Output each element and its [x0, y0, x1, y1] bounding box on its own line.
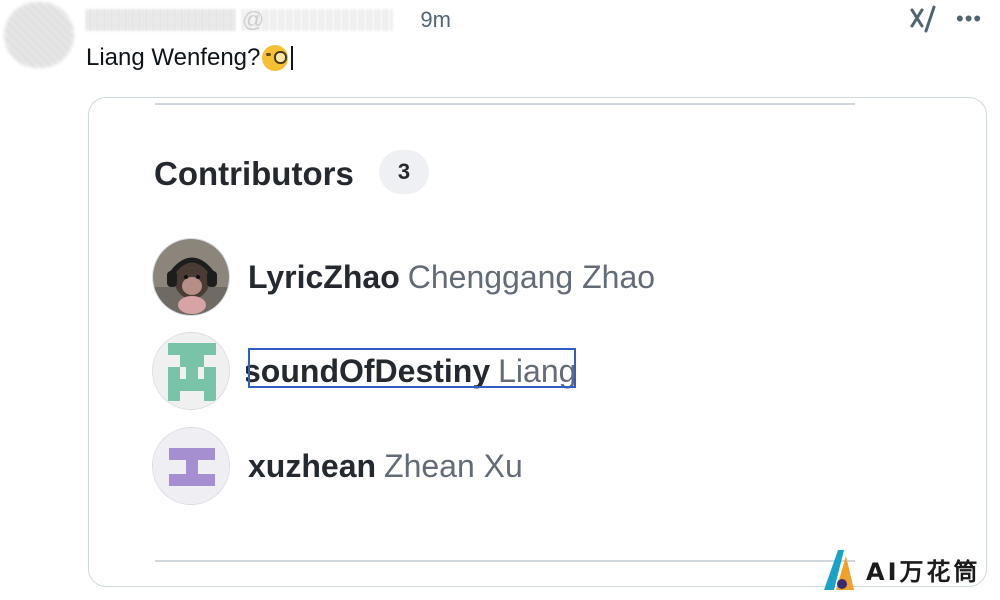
grok-icon[interactable] [908, 4, 940, 34]
tweet-time[interactable]: 9m [420, 7, 451, 33]
contributor-name: xuzhean Zhean Xu [248, 446, 523, 486]
tweet-body: Liang Wenfeng? [86, 44, 294, 72]
contributors-count-badge: 3 [379, 150, 429, 194]
contributor-fullname: Zhean Xu [384, 448, 523, 484]
contributor-row[interactable]: xuzhean Zhean Xu [152, 426, 523, 506]
author-handle-blurred[interactable] [242, 9, 392, 31]
teal-identicon-avatar [153, 333, 229, 409]
divider-bottom [155, 560, 855, 562]
contributor-fullname: Chenggang Zhao [407, 259, 656, 295]
tweet-text: Liang Wenfeng? [86, 44, 261, 71]
monocle-face-icon [262, 45, 289, 71]
divider-top [155, 103, 855, 105]
contributor-login[interactable]: xuzhean [248, 448, 376, 484]
contributor-row[interactable]: LyricZhao Chenggang Zhao [152, 237, 655, 317]
monkey-headphones-avatar [153, 239, 229, 315]
contributor-avatar[interactable] [152, 427, 230, 505]
contributor-fullname: Liang [498, 353, 574, 389]
author-name-blurred[interactable] [86, 9, 236, 31]
author-avatar[interactable] [4, 2, 74, 68]
text-cursor [291, 46, 294, 70]
contributor-row[interactable]: soundOfDestiny Liang [152, 331, 574, 411]
tweet-header: @ 9m [86, 6, 451, 34]
contributor-avatar[interactable] [152, 238, 230, 316]
contributor-avatar[interactable] [152, 332, 230, 410]
contributors-heading: Contributors [154, 155, 354, 192]
contributor-name: soundOfDestiny Liang [246, 351, 574, 391]
purple-identicon-avatar [153, 428, 229, 504]
contributor-login[interactable]: soundOfDestiny [246, 353, 490, 389]
more-options-icon[interactable]: ••• [956, 4, 988, 34]
watermark-logo-icon [824, 550, 854, 590]
watermark: AI万花筒 [820, 546, 981, 592]
contributor-login[interactable]: LyricZhao [248, 259, 400, 295]
contributor-name: LyricZhao Chenggang Zhao [248, 257, 655, 297]
watermark-text: AI万花筒 [866, 557, 981, 586]
